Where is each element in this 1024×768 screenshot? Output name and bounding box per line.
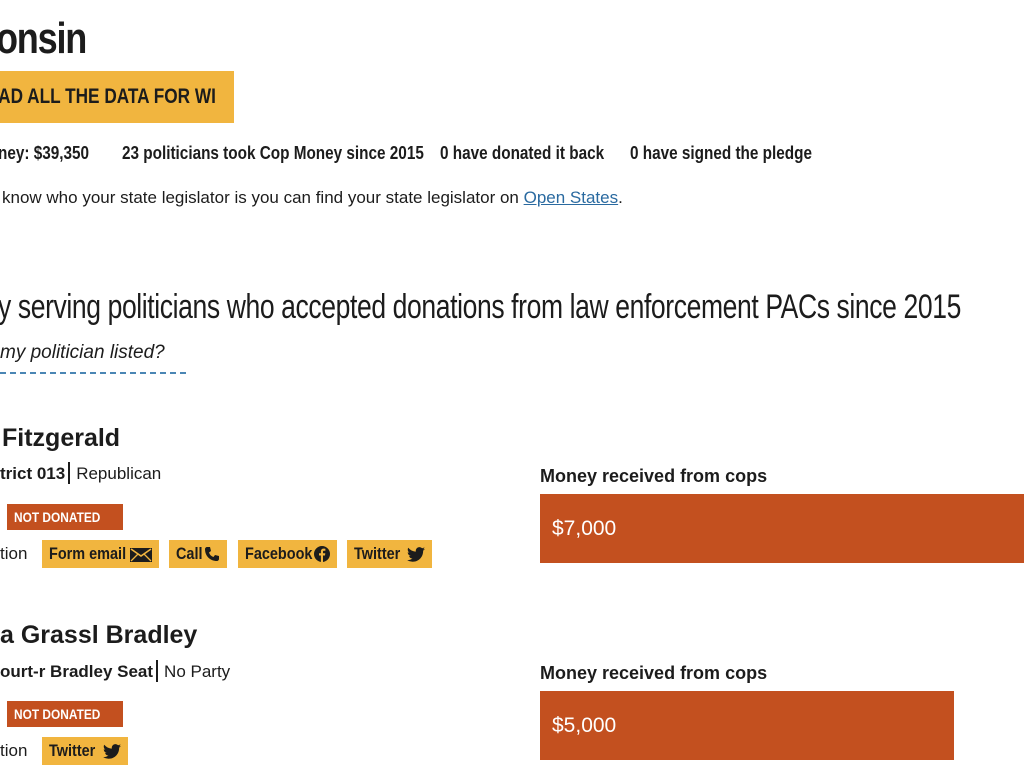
twitter-label: Twitter: [354, 544, 401, 563]
twitter-button[interactable]: Twitter: [347, 540, 432, 568]
twitter-icon: [103, 744, 121, 759]
district-label: trict 013: [0, 464, 66, 483]
money-bar: $7,000: [540, 494, 1024, 563]
twitter-label: Twitter: [49, 741, 96, 760]
section-heading: y serving politicians who accepted donat…: [0, 288, 961, 326]
stat-signed-pledge: 0 have signed the pledge: [630, 143, 812, 163]
divider: [68, 462, 71, 484]
district-label: ourt-r Bradley Seat: [0, 662, 154, 681]
status-badge-label: NOT DONATED: [14, 509, 101, 525]
twitter-icon: [407, 547, 425, 562]
status-badge-label: NOT DONATED: [14, 706, 101, 722]
call-button[interactable]: Call: [169, 540, 227, 568]
facebook-button[interactable]: Facebook: [238, 540, 337, 568]
legislator-note: know who your state legislator is you ca…: [2, 188, 623, 208]
why-not-listed-toggle[interactable]: my politician listed?: [0, 342, 186, 374]
politician-district: ourt-r Bradley Seat No Party: [0, 660, 230, 682]
stat-donated-back: 0 have donated it back: [440, 143, 605, 163]
facebook-icon: [314, 546, 330, 562]
page-title: onsin: [0, 14, 87, 63]
party-label: Republican: [76, 464, 162, 483]
call-label: Call: [176, 544, 203, 563]
money-amount: $5,000: [552, 713, 617, 737]
envelope-icon: [130, 548, 152, 562]
status-badge: NOT DONATED: [7, 701, 123, 727]
politician-name: Fitzgerald: [2, 424, 121, 452]
stat-total-money: ney: $39,350: [0, 143, 90, 163]
take-action-label: tion: [0, 741, 28, 760]
legislator-note-suffix: .: [618, 188, 623, 207]
money-amount: $7,000: [552, 516, 617, 540]
money-received-label: Money received from cops: [540, 466, 768, 486]
party-label: No Party: [164, 662, 231, 681]
download-data-button[interactable]: OAD ALL THE DATA FOR WI: [0, 71, 234, 123]
download-data-label: OAD ALL THE DATA FOR WI: [0, 85, 216, 108]
form-email-button[interactable]: Form email: [42, 540, 159, 568]
status-badge: NOT DONATED: [7, 504, 123, 530]
twitter-button[interactable]: Twitter: [42, 737, 128, 765]
facebook-label: Facebook: [245, 544, 313, 563]
legislator-note-text: know who your state legislator is you ca…: [2, 188, 524, 207]
take-action-label: tion: [0, 544, 28, 563]
politician-name: a Grassl Bradley: [0, 621, 198, 649]
money-received-label: Money received from cops: [540, 663, 768, 683]
form-email-label: Form email: [49, 544, 127, 563]
stat-politicians-count: 23 politicians took Cop Money since 2015: [122, 143, 424, 163]
politician-district: trict 013 Republican: [0, 462, 161, 484]
phone-icon: [204, 546, 220, 562]
money-bar: $5,000: [540, 691, 954, 760]
divider: [156, 660, 159, 682]
open-states-link[interactable]: Open States: [524, 188, 619, 207]
